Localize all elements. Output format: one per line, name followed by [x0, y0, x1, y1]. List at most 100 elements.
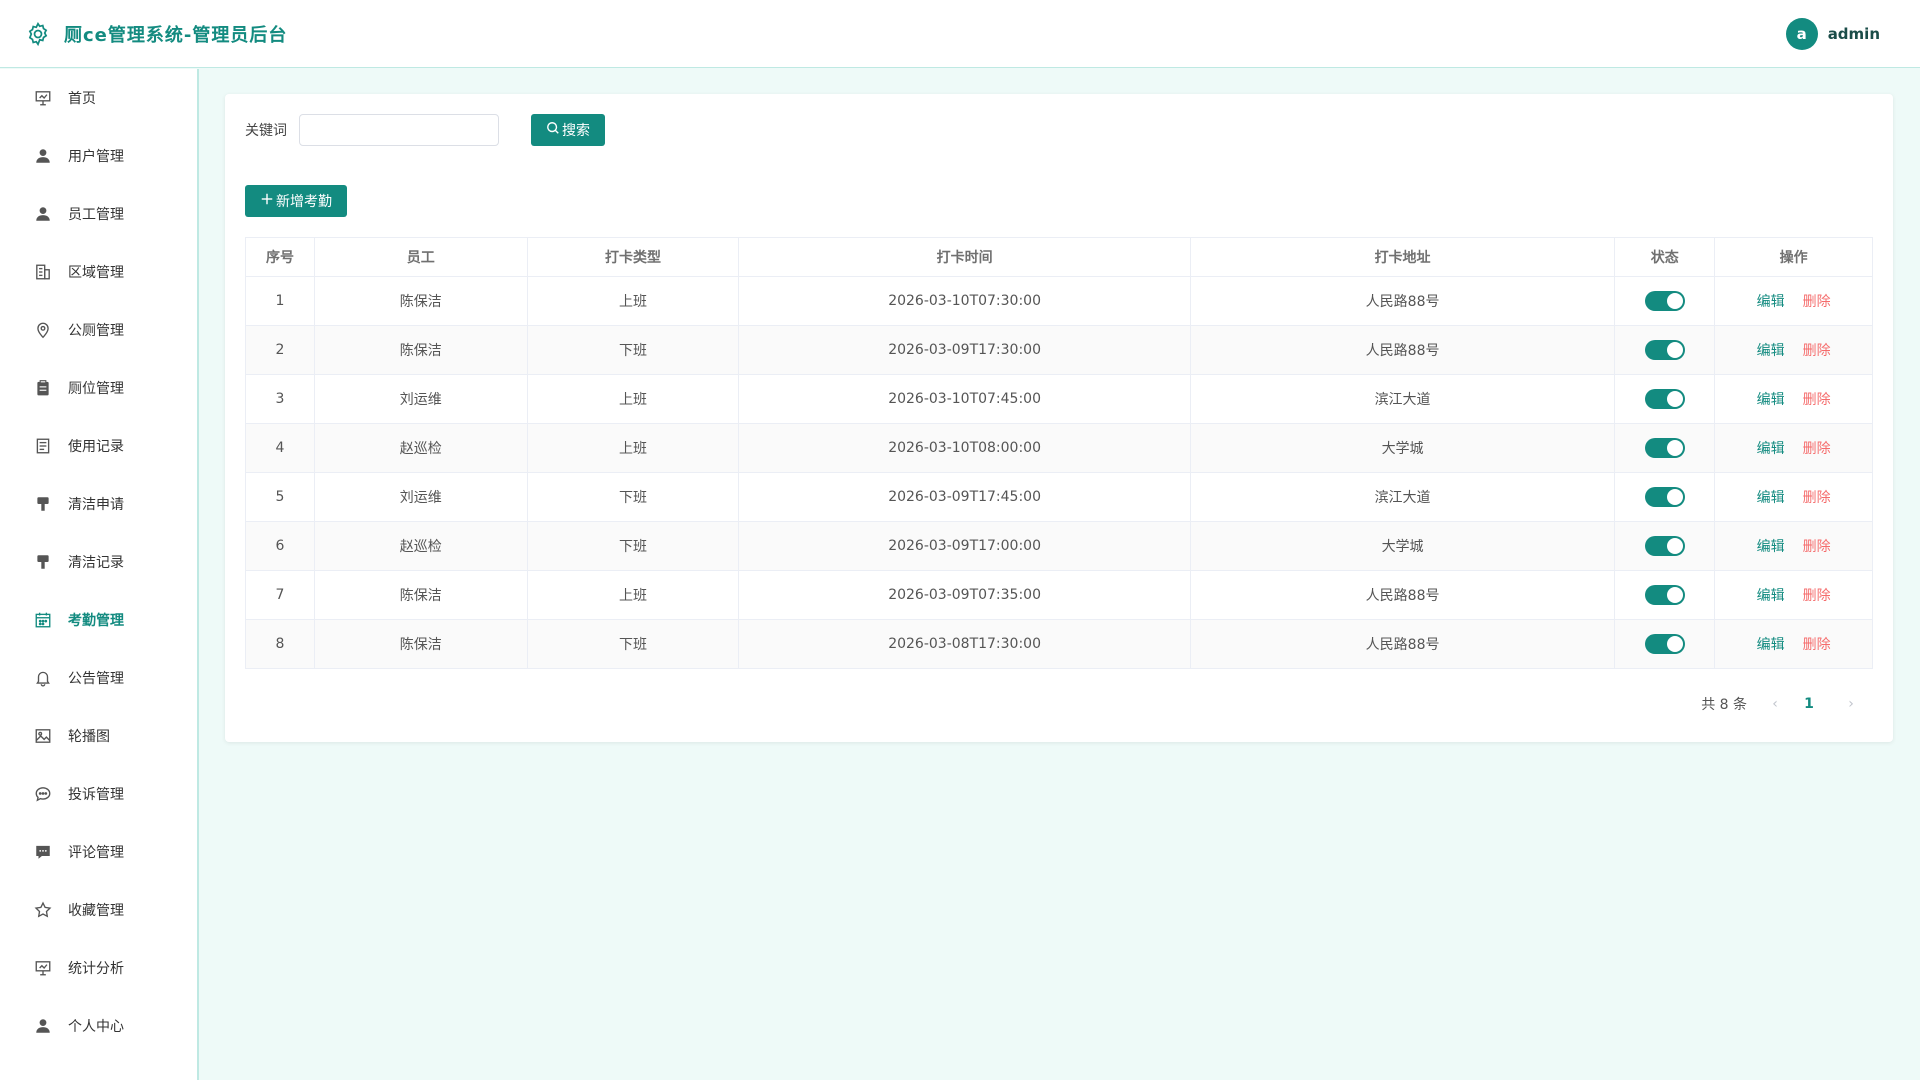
delete-button[interactable]: 删除: [1803, 585, 1831, 605]
sidebar-item[interactable]: 轮播图: [0, 707, 197, 765]
table-cell-time: 2026-03-09T07:35:00: [739, 571, 1191, 619]
star-icon: [34, 901, 52, 919]
table-cell-actions: 编辑 删除: [1715, 326, 1872, 374]
sidebar-item-label: 清洁记录: [68, 555, 124, 571]
sidebar-item[interactable]: 厕位管理: [0, 359, 197, 417]
sidebar-item[interactable]: 收藏管理: [0, 881, 197, 939]
app-title: 厕ce管理系统-管理员后台: [64, 24, 288, 46]
sidebar-item[interactable]: 员工管理: [0, 185, 197, 243]
table-cell-type: 上班: [528, 571, 740, 619]
table-cell-status: [1615, 522, 1716, 570]
column-header[interactable]: 操作: [1715, 238, 1872, 276]
prev-page-button[interactable]: ‹: [1763, 696, 1787, 712]
column-header[interactable]: 员工: [315, 238, 528, 276]
delete-button[interactable]: 删除: [1803, 340, 1831, 360]
status-toggle[interactable]: [1644, 291, 1685, 311]
sidebar-item[interactable]: 使用记录: [0, 417, 197, 475]
status-toggle[interactable]: [1644, 340, 1685, 360]
status-toggle[interactable]: [1644, 438, 1685, 458]
sidebar-item-label: 用户管理: [68, 149, 124, 165]
status-toggle[interactable]: [1644, 389, 1685, 409]
presentation-icon: [34, 89, 52, 107]
sidebar-item[interactable]: 用户管理: [0, 127, 197, 185]
table-row: 8 陈保洁 下班 2026-03-08T17:30:00 人民路88号 编辑 删除: [246, 620, 1872, 669]
search-button[interactable]: 搜索: [531, 114, 605, 146]
page-number[interactable]: 1: [1795, 696, 1823, 712]
delete-button[interactable]: 删除: [1803, 291, 1831, 311]
avatar[interactable]: a: [1785, 18, 1818, 50]
table-header: 序号 员工 打卡类型 打卡时间 打卡地址 状态 操作: [246, 238, 1872, 277]
table-cell-time: 2026-03-09T17:30:00: [739, 326, 1191, 374]
column-header[interactable]: 状态: [1615, 238, 1716, 276]
table-cell-address: 滨江大道: [1191, 375, 1616, 423]
table-cell-address: 人民路88号: [1191, 326, 1616, 374]
top-header: 厕ce管理系统-管理员后台 a admin: [0, 0, 1920, 68]
column-header[interactable]: 打卡时间: [739, 238, 1191, 276]
status-toggle[interactable]: [1644, 634, 1685, 654]
table-cell-employee: 赵巡检: [315, 424, 528, 472]
status-toggle[interactable]: [1644, 585, 1685, 605]
pagination: 共 8 条 ‹ 1 ›: [1701, 694, 1863, 714]
table-cell-actions: 编辑 删除: [1715, 620, 1872, 668]
add-attendance-button[interactable]: 新增考勤: [245, 185, 347, 217]
table-cell-type: 下班: [528, 326, 740, 374]
column-header[interactable]: 打卡类型: [528, 238, 740, 276]
table-cell-employee: 陈保洁: [315, 571, 528, 619]
total-count: 共 8 条: [1701, 697, 1747, 713]
table-cell-employee: 陈保洁: [315, 277, 528, 325]
table-row: 7 陈保洁 上班 2026-03-09T07:35:00 人民路88号 编辑 删除: [246, 571, 1872, 620]
sidebar-item[interactable]: 考勤管理: [0, 591, 197, 649]
sidebar-item-label: 员工管理: [68, 207, 124, 223]
status-toggle[interactable]: [1644, 487, 1685, 507]
table-cell-index: 8: [246, 620, 315, 668]
clipboard-icon: [34, 379, 52, 397]
picture-icon: [34, 727, 52, 745]
username[interactable]: admin: [1828, 25, 1880, 43]
table-cell-employee: 刘运维: [315, 473, 528, 521]
edit-button[interactable]: 编辑: [1757, 585, 1785, 605]
next-page-button[interactable]: ›: [1839, 696, 1863, 712]
column-header[interactable]: 打卡地址: [1191, 238, 1616, 276]
chat-square-icon: [34, 843, 52, 861]
edit-button[interactable]: 编辑: [1757, 634, 1785, 654]
delete-button[interactable]: 删除: [1803, 487, 1831, 507]
table-cell-actions: 编辑 删除: [1715, 375, 1872, 423]
edit-button[interactable]: 编辑: [1757, 438, 1785, 458]
edit-button[interactable]: 编辑: [1757, 487, 1785, 507]
delete-button[interactable]: 删除: [1803, 389, 1831, 409]
edit-button[interactable]: 编辑: [1757, 291, 1785, 311]
sidebar-item-label: 清洁申请: [68, 497, 124, 513]
table-cell-index: 6: [246, 522, 315, 570]
column-header[interactable]: 序号: [246, 238, 315, 276]
sidebar-item[interactable]: 公厕管理: [0, 301, 197, 359]
sidebar-item[interactable]: 评论管理: [0, 823, 197, 881]
sidebar-item-label: 首页: [68, 91, 96, 107]
sidebar-item[interactable]: 公告管理: [0, 649, 197, 707]
edit-button[interactable]: 编辑: [1757, 340, 1785, 360]
edit-button[interactable]: 编辑: [1757, 536, 1785, 556]
table-cell-status: [1615, 620, 1716, 668]
search-input[interactable]: [299, 114, 499, 146]
sidebar-item[interactable]: 个人中心: [0, 997, 197, 1055]
sidebar-item[interactable]: 统计分析: [0, 939, 197, 997]
status-toggle[interactable]: [1644, 536, 1685, 556]
delete-button[interactable]: 删除: [1803, 634, 1831, 654]
calendar-icon: [34, 611, 52, 629]
table-cell-time: 2026-03-10T07:45:00: [739, 375, 1191, 423]
sidebar-item[interactable]: 清洁申请: [0, 475, 197, 533]
sidebar-item[interactable]: 投诉管理: [0, 765, 197, 823]
delete-button[interactable]: 删除: [1803, 536, 1831, 556]
attendance-table: 序号 员工 打卡类型 打卡时间 打卡地址 状态 操作 1 陈保洁 上班 2026-03…: [245, 237, 1873, 669]
sidebar-item[interactable]: 首页: [0, 69, 197, 127]
user-menu[interactable]: a admin: [1785, 18, 1880, 50]
sidebar-item[interactable]: 清洁记录: [0, 533, 197, 591]
table-cell-status: [1615, 473, 1716, 521]
bell-icon: [34, 669, 52, 687]
edit-button[interactable]: 编辑: [1757, 389, 1785, 409]
table-row: 3 刘运维 上班 2026-03-10T07:45:00 滨江大道 编辑 删除: [246, 375, 1872, 424]
table-cell-actions: 编辑 删除: [1715, 473, 1872, 521]
table-cell-time: 2026-03-09T17:45:00: [739, 473, 1191, 521]
sidebar-item[interactable]: 区域管理: [0, 243, 197, 301]
delete-button[interactable]: 删除: [1803, 438, 1831, 458]
table-cell-type: 下班: [528, 473, 740, 521]
